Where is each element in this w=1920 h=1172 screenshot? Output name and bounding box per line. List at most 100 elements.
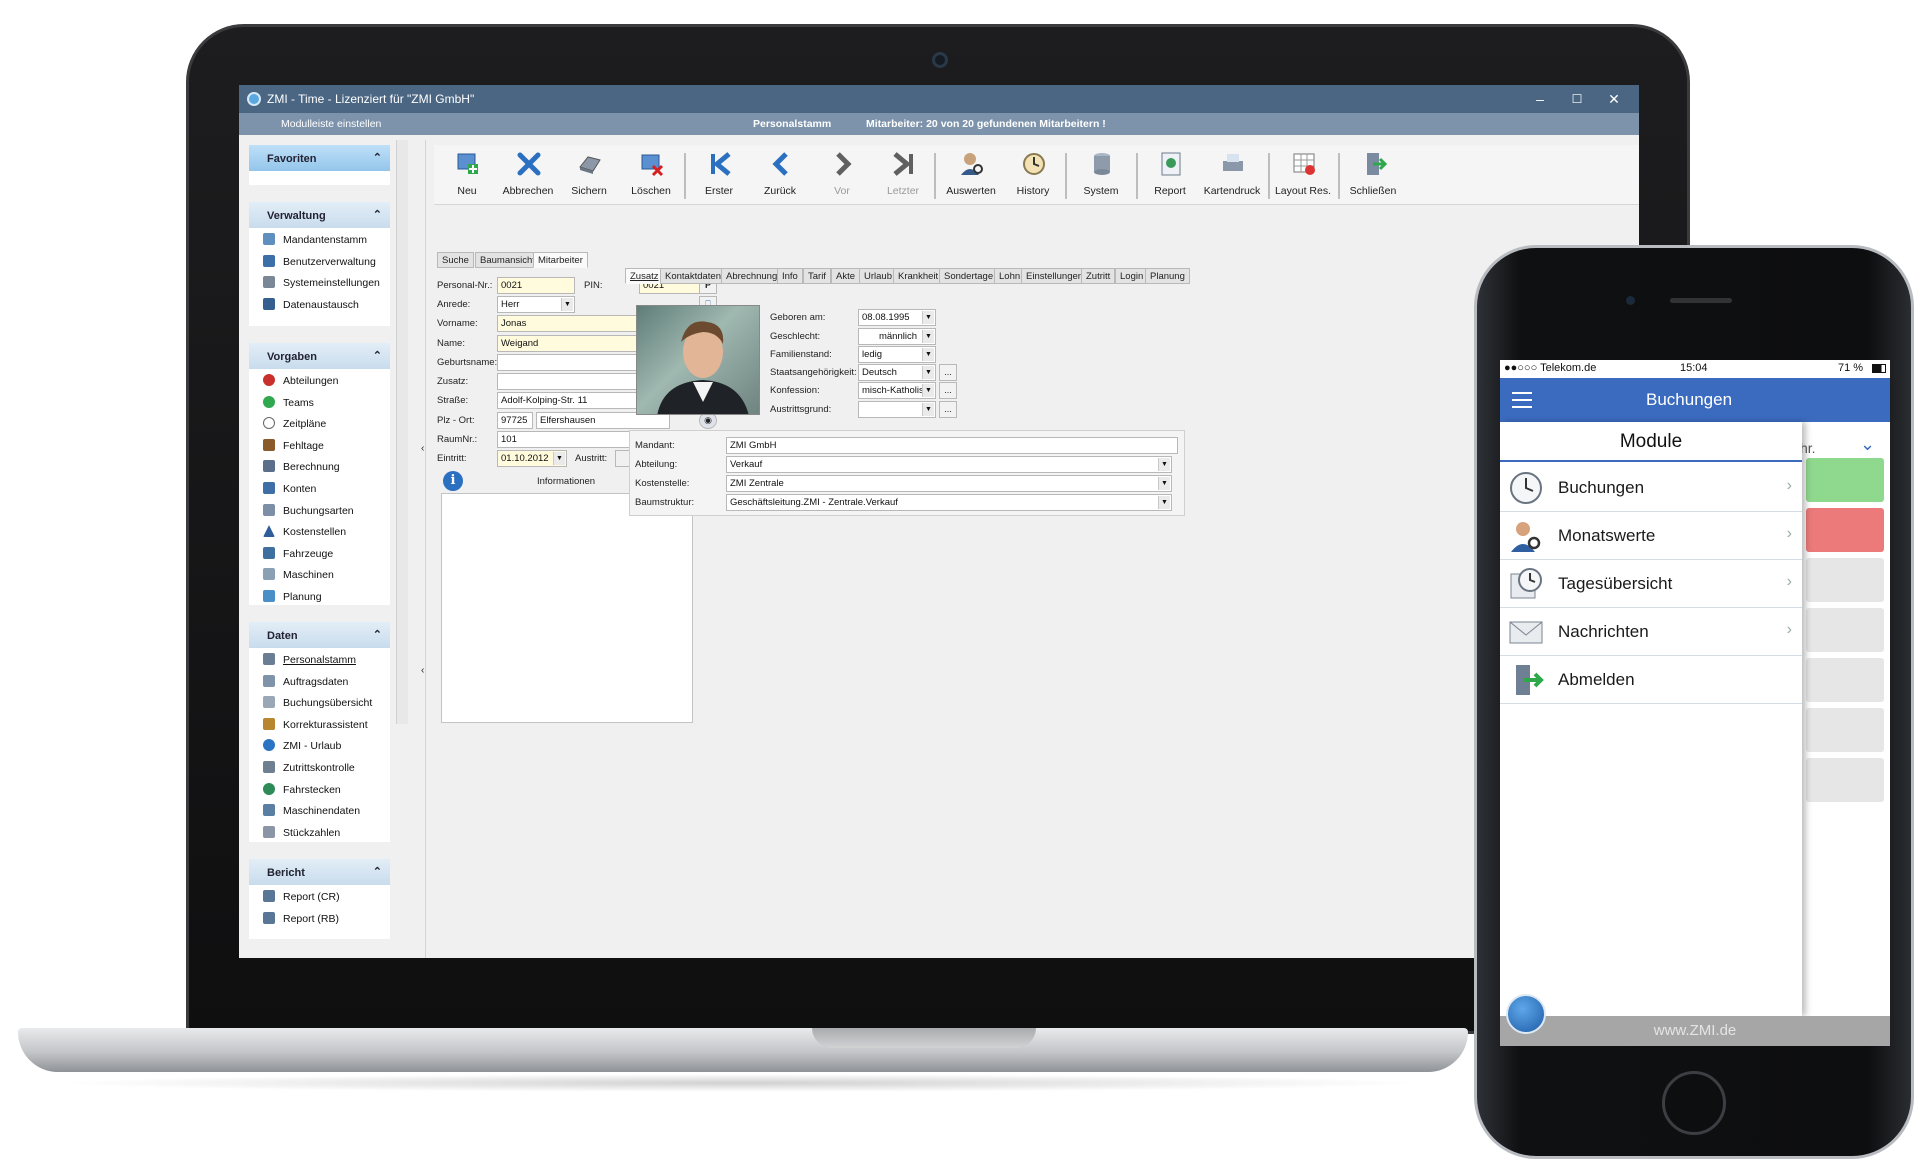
tab-info[interactable]: Info [777, 268, 803, 284]
sidebar-item-report-rb[interactable]: Report (RB) [249, 907, 390, 929]
eintritt-date[interactable]: 01.10.2012 ▼ [497, 450, 567, 467]
tab-akte[interactable]: Akte [831, 268, 861, 284]
last-button[interactable]: Letzter [870, 145, 936, 203]
sidebar-item-korrekturassistent[interactable]: Korrekturassistent [249, 713, 390, 735]
history-button[interactable]: History [1000, 145, 1066, 203]
report-button[interactable]: Report [1137, 145, 1203, 203]
red-booking-tile[interactable] [1806, 508, 1884, 552]
staat-select[interactable]: Deutsch ▼ [858, 364, 936, 381]
modulleiste-einstellen-link[interactable]: Modulleiste einstellen [281, 118, 381, 130]
anrede-select[interactable]: Herr ▼ [497, 296, 575, 313]
tab-krankheit[interactable]: Krankheit [893, 268, 944, 284]
tab-baumansicht[interactable]: Baumansicht [475, 252, 540, 268]
green-booking-tile[interactable] [1806, 458, 1884, 502]
sidebar-item-teams[interactable]: Teams [249, 391, 390, 413]
save-button[interactable]: Sichern [556, 145, 622, 203]
konfession-more-button[interactable]: ... [939, 382, 957, 399]
plz-field[interactable]: 97725 [497, 412, 533, 429]
collapse-left-icon[interactable]: ‹ [421, 665, 424, 676]
sidebar-item-fehltage[interactable]: Fehltage [249, 434, 390, 456]
collapse-icon[interactable]: ⌃ [373, 349, 382, 362]
tab-login[interactable]: Login [1115, 268, 1149, 284]
personalnr-field[interactable]: 0021 [497, 277, 575, 294]
sidebar-item-buchungsuebersicht[interactable]: Buchungsübersicht [249, 691, 390, 713]
sidebar-scrollbar[interactable] [396, 140, 408, 724]
collapse-left-icon[interactable]: ‹ [421, 443, 424, 454]
chevron-down-icon[interactable]: ▼ [553, 452, 565, 465]
chevron-down-icon[interactable]: ▼ [1158, 496, 1170, 509]
system-button[interactable]: System [1068, 145, 1134, 203]
bericht-header[interactable]: Bericht ⌃ [249, 859, 390, 885]
sidebar-item-konten[interactable]: Konten [249, 477, 390, 499]
tab-suche[interactable]: Suche [437, 252, 474, 268]
module-item-monatswerte[interactable]: Monatswerte › [1500, 512, 1802, 560]
minimize-button[interactable]: – [1529, 89, 1551, 109]
booking-tile[interactable] [1806, 758, 1884, 802]
maximize-button[interactable]: ☐ [1566, 89, 1588, 109]
informationen-textarea[interactable] [441, 493, 693, 723]
sidebar-item-maschinen[interactable]: Maschinen [249, 563, 390, 585]
new-button[interactable]: Neu [434, 145, 500, 203]
close-button[interactable]: ✕ [1603, 89, 1625, 109]
chevron-down-icon[interactable]: ▼ [1158, 477, 1170, 490]
austrittsgrund-select[interactable]: ▼ [858, 401, 936, 418]
verwaltung-header[interactable]: Verwaltung ⌃ [249, 202, 390, 228]
chevron-down-icon[interactable]: ▼ [922, 311, 934, 324]
collapse-icon[interactable]: ⌃ [373, 208, 382, 221]
hamburger-menu-icon[interactable] [1512, 392, 1532, 408]
cancel-button[interactable]: Abbrechen [495, 145, 561, 203]
module-item-buchungen[interactable]: Buchungen › [1500, 464, 1802, 512]
sidebar-item-auftragsdaten[interactable]: Auftragsdaten [249, 670, 390, 692]
vorgaben-header[interactable]: Vorgaben ⌃ [249, 343, 390, 369]
sidebar-item-report-cr[interactable]: Report (CR) [249, 885, 390, 907]
tab-abrechnung[interactable]: Abrechnung [721, 268, 783, 284]
collapse-icon[interactable]: ⌃ [373, 865, 382, 878]
home-button[interactable] [1662, 1071, 1726, 1135]
tab-zutritt[interactable]: Zutritt [1081, 268, 1116, 284]
tab-kontaktdaten[interactable]: Kontaktdaten [660, 268, 726, 284]
collapse-icon[interactable]: ⌃ [373, 628, 382, 641]
zmi-logo-icon[interactable] [1506, 994, 1546, 1034]
favoriten-header[interactable]: Favoriten ⌃ [249, 145, 390, 171]
chevron-down-icon[interactable]: ▼ [922, 366, 934, 379]
tab-sondertage[interactable]: Sondertage [939, 268, 999, 284]
abteilung-select[interactable]: Verkauf ▼ [726, 456, 1172, 473]
geschlecht-select[interactable]: männlich ▼ [858, 328, 936, 345]
sidebar-item-buchungsarten[interactable]: Buchungsarten [249, 499, 390, 521]
booking-tile[interactable] [1806, 558, 1884, 602]
sidebar-item-datenaustausch[interactable]: Datenaustausch [249, 293, 390, 315]
sidebar-item-stueckzahlen[interactable]: Stückzahlen [249, 821, 390, 843]
booking-tile[interactable] [1806, 608, 1884, 652]
tab-einstellungen[interactable]: Einstellungen [1021, 268, 1089, 284]
module-item-abmelden[interactable]: Abmelden [1500, 656, 1802, 704]
sidebar-item-zeitplaene[interactable]: Zeitpläne [249, 412, 390, 434]
sidebar-item-maschinendaten[interactable]: Maschinendaten [249, 799, 390, 821]
chevron-down-icon[interactable]: ▼ [922, 403, 934, 416]
module-item-tagesuebersicht[interactable]: Tagesübersicht › [1500, 560, 1802, 608]
back-button[interactable]: Zurück [747, 145, 813, 203]
austrittsgrund-more-button[interactable]: ... [939, 401, 957, 418]
konfession-select[interactable]: misch-Katholisch ▼ [858, 382, 936, 399]
tab-urlaub[interactable]: Urlaub [859, 268, 897, 284]
sidebar-item-abteilungen[interactable]: Abteilungen [249, 369, 390, 391]
booking-tile[interactable] [1806, 708, 1884, 752]
delete-button[interactable]: Löschen [618, 145, 684, 203]
collapse-icon[interactable]: ⌃ [373, 151, 382, 164]
chevron-down-icon[interactable]: ▼ [1158, 458, 1170, 471]
chevron-down-icon[interactable]: ▼ [922, 330, 934, 343]
sidebar-item-berechnung[interactable]: Berechnung [249, 455, 390, 477]
chevron-down-icon[interactable]: ⌄ [1860, 434, 1875, 455]
familienstand-select[interactable]: ledig ▼ [858, 346, 936, 363]
chevron-down-icon[interactable]: ▼ [922, 348, 934, 361]
booking-tile[interactable] [1806, 658, 1884, 702]
close-module-button[interactable]: Schließen [1340, 145, 1406, 203]
sidebar-item-planung[interactable]: Planung [249, 585, 390, 607]
tab-mitarbeiter[interactable]: Mitarbeiter [533, 252, 588, 268]
sidebar-item-benutzerverwaltung[interactable]: Benutzerverwaltung [249, 250, 390, 272]
sidebar-item-personalstamm[interactable]: Personalstamm [249, 648, 390, 670]
card-print-button[interactable]: Kartendruck [1199, 145, 1265, 203]
sidebar-item-zutrittskontrolle[interactable]: Zutrittskontrolle [249, 756, 390, 778]
footer-url[interactable]: www.ZMI.de [1654, 1022, 1737, 1039]
sidebar-item-zmi-urlaub[interactable]: ZMI - Urlaub [249, 734, 390, 756]
sidebar-item-kostenstellen[interactable]: Kostenstellen [249, 520, 390, 542]
